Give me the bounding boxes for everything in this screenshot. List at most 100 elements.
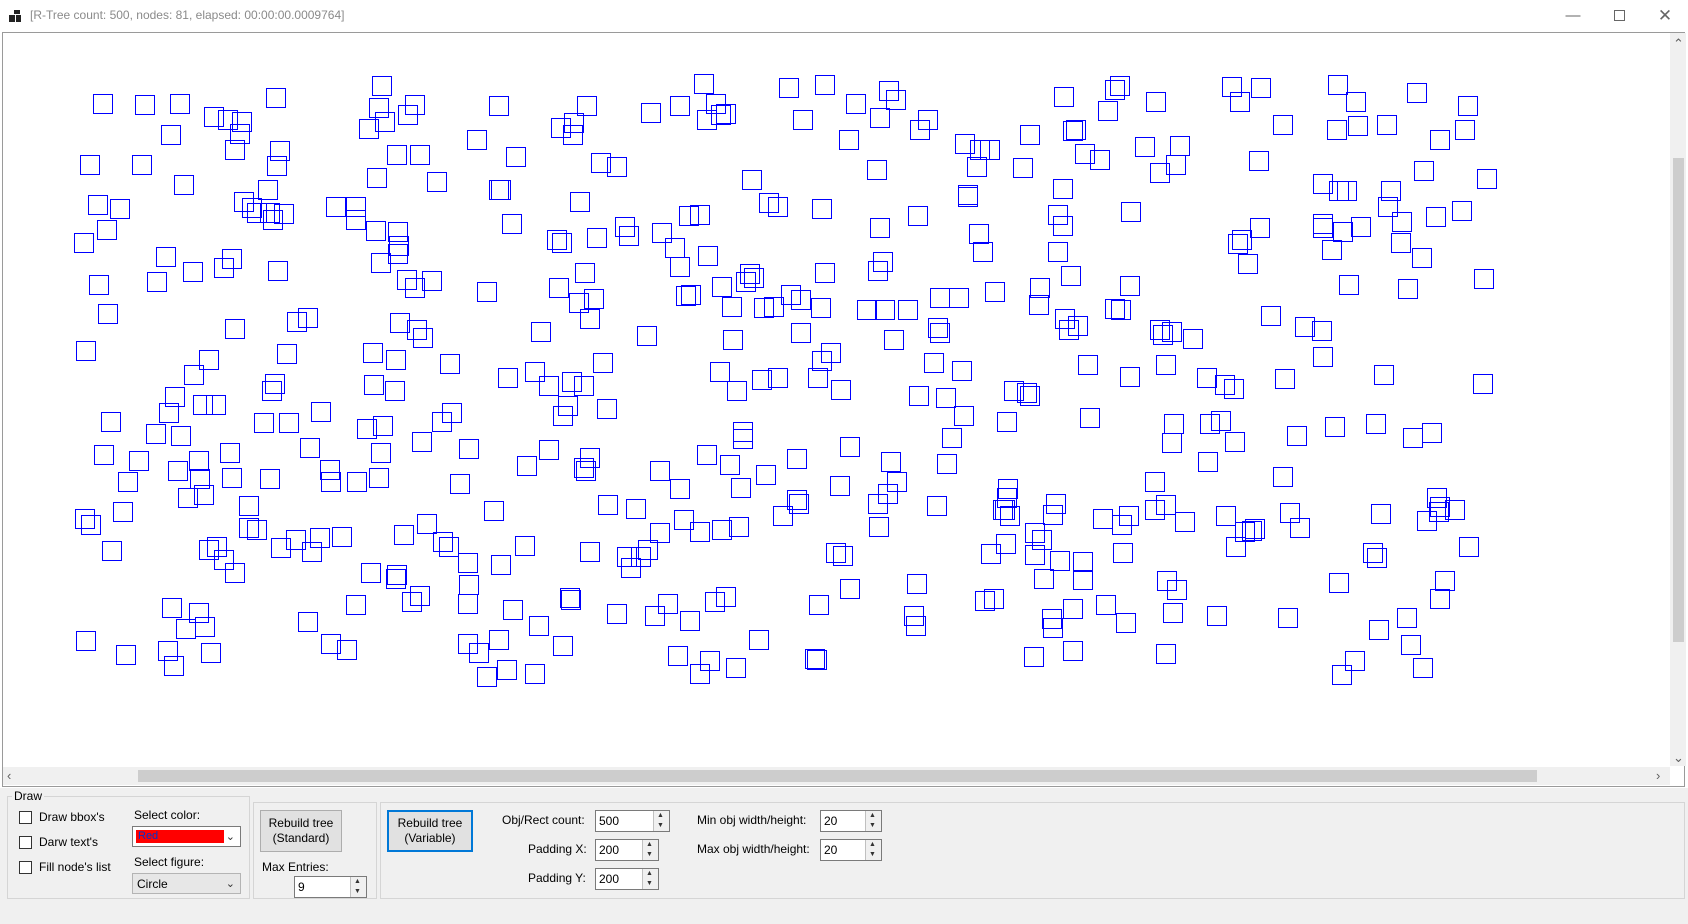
object-rect [1098, 101, 1118, 121]
max-entries-input[interactable]: 9 ▲ ▼ [294, 876, 367, 898]
object-rect [711, 105, 731, 125]
rebuild-variable-button[interactable]: Rebuild tree (Variable) [387, 810, 473, 852]
spin-buttons[interactable]: ▲ ▼ [865, 811, 881, 831]
title-bar: [R-Tree count: 500, nodes: 81, elapsed: … [0, 0, 1688, 31]
object-rect [756, 465, 776, 485]
draw-texts-checkbox[interactable]: Darw text's [19, 835, 98, 849]
object-rect [958, 185, 978, 205]
spin-buttons[interactable]: ▲ ▼ [642, 869, 658, 889]
object-rect [584, 289, 604, 309]
max-wh-input[interactable]: 20 ▲ ▼ [820, 839, 882, 861]
object-rect [1348, 116, 1368, 136]
object-rect [386, 350, 406, 370]
object-rect [88, 195, 108, 215]
object-rect [840, 437, 860, 457]
padding-x-input[interactable]: 200 ▲ ▼ [595, 839, 659, 861]
object-rect [637, 326, 657, 346]
spin-up-icon[interactable]: ▲ [869, 841, 876, 849]
object-rect [525, 664, 545, 684]
object-rect [1249, 151, 1269, 171]
object-rect [1145, 472, 1165, 492]
object-rect [954, 406, 974, 426]
obj-rect-count-input[interactable]: 500 ▲ ▼ [595, 810, 670, 832]
checkbox-icon[interactable] [19, 810, 32, 824]
object-rect [839, 130, 859, 150]
object-rect [183, 262, 203, 282]
object-rect [722, 297, 742, 317]
spin-buttons[interactable]: ▲ ▼ [653, 811, 669, 831]
spin-down-icon[interactable]: ▼ [869, 851, 876, 859]
vertical-scroll-thumb[interactable] [1673, 158, 1684, 642]
spin-up-icon[interactable]: ▲ [646, 841, 653, 849]
object-rect [1216, 506, 1236, 526]
spin-buttons[interactable]: ▲ ▼ [865, 840, 881, 860]
scroll-right-icon[interactable]: › [1656, 768, 1660, 784]
object-rect [1020, 125, 1040, 145]
object-rect [808, 368, 828, 388]
object-rect [387, 565, 407, 585]
object-rect [587, 228, 607, 248]
object-rect [1327, 120, 1347, 140]
object-rect [679, 206, 699, 226]
fill-nodes-checkbox[interactable]: Fill node's list [19, 860, 111, 874]
spin-up-icon[interactable]: ▲ [354, 878, 361, 886]
spin-down-icon[interactable]: ▼ [646, 880, 653, 888]
spin-buttons[interactable]: ▲ ▼ [350, 877, 366, 897]
spin-down-icon[interactable]: ▼ [657, 822, 664, 830]
select-color-dropdown[interactable]: Red ⌄ [132, 826, 241, 847]
checkbox-icon[interactable] [19, 835, 32, 849]
spin-buttons[interactable]: ▲ ▼ [642, 840, 658, 860]
spin-down-icon[interactable]: ▼ [869, 822, 876, 830]
horizontal-scroll-thumb[interactable] [138, 770, 1537, 782]
object-rect [1322, 240, 1342, 260]
app-icon [9, 10, 21, 22]
scroll-left-icon[interactable]: ‹ [7, 768, 11, 784]
object-rect [94, 445, 114, 465]
object-rect [189, 451, 209, 471]
object-rect [239, 518, 259, 538]
object-rect [807, 650, 827, 670]
object-rect [924, 353, 944, 373]
draw-bboxes-checkbox[interactable]: Draw bbox's [19, 810, 105, 824]
spin-up-icon[interactable]: ▲ [646, 870, 653, 878]
object-rect [390, 313, 410, 333]
object-rect [321, 472, 341, 492]
minimize-icon[interactable]: — [1550, 0, 1596, 31]
object-rect [1113, 543, 1133, 563]
object-rect [742, 170, 762, 190]
object-rect [539, 440, 559, 460]
object-rect [1135, 137, 1155, 157]
select-figure-dropdown[interactable]: Circle ⌄ [132, 873, 241, 894]
scroll-up-icon[interactable]: ⌃ [1673, 36, 1684, 52]
close-icon[interactable]: ✕ [1642, 0, 1688, 31]
object-rect [517, 456, 537, 476]
object-rect [206, 395, 226, 415]
object-rect [563, 125, 583, 145]
object-rect [668, 646, 688, 666]
spin-down-icon[interactable]: ▼ [646, 851, 653, 859]
object-rect [1398, 279, 1418, 299]
spin-down-icon[interactable]: ▼ [354, 888, 361, 896]
draw-texts-label: Darw text's [39, 835, 98, 849]
object-rect [698, 246, 718, 266]
rtree-canvas[interactable] [3, 33, 1669, 766]
object-rect [716, 587, 736, 607]
object-rect [529, 616, 549, 636]
maximize-icon[interactable] [1596, 0, 1642, 31]
object-rect [712, 520, 732, 540]
object-rect [75, 509, 95, 529]
object-rect [369, 468, 389, 488]
object-rect [1473, 374, 1493, 394]
object-rect [132, 155, 152, 175]
scroll-down-icon[interactable]: ⌄ [1673, 750, 1684, 766]
spin-up-icon[interactable]: ▲ [657, 812, 664, 820]
object-rect [93, 94, 113, 114]
object-rect [1477, 169, 1497, 189]
object-rect [1025, 545, 1045, 565]
rebuild-standard-button[interactable]: Rebuild tree (Standard) [260, 810, 342, 852]
spin-up-icon[interactable]: ▲ [869, 812, 876, 820]
padding-y-input[interactable]: 200 ▲ ▼ [595, 868, 659, 890]
object-rect [1230, 92, 1250, 112]
min-wh-input[interactable]: 20 ▲ ▼ [820, 810, 882, 832]
checkbox-icon[interactable] [19, 860, 32, 874]
